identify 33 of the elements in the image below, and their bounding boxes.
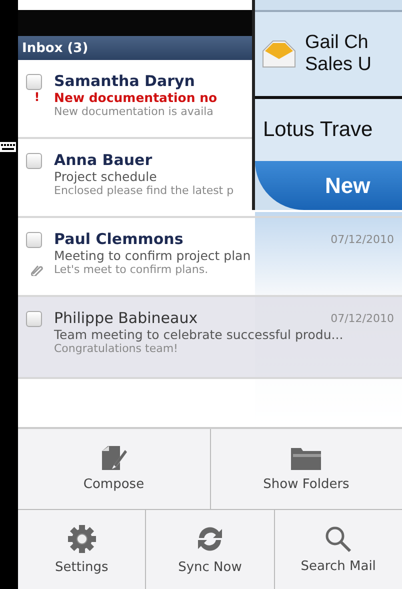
message-subject: Project schedule <box>54 169 157 184</box>
folder-icon <box>290 445 322 472</box>
settings-icon <box>66 524 97 554</box>
message-subject: Team meeting to celebrate successful produ... <box>54 327 344 342</box>
message-row[interactable]: Philippe Babineaux 07/12/2010 Team meeting to celebrate successful produ... Congratulations team! <box>18 297 402 379</box>
checkbox[interactable] <box>26 311 42 327</box>
sender-name: Philippe Babineaux <box>54 309 199 327</box>
new-button[interactable]: New <box>255 161 402 210</box>
checkbox[interactable] <box>26 232 42 248</box>
search-icon <box>324 524 352 553</box>
message-date: 07/12/2010 <box>330 312 394 324</box>
sender-name: Samantha Daryn <box>54 72 196 90</box>
menu-button[interactable]: Search Mail <box>274 510 402 589</box>
message-preview: Enclosed please find the latest p <box>54 184 234 197</box>
compose-icon <box>100 445 128 472</box>
sender-name: Anna Bauer <box>54 151 154 169</box>
checkbox[interactable] <box>26 153 42 169</box>
message-row[interactable]: Paul Clemmons 07/12/2010 Meeting to confirm project plan Let's meet to confirm plans. <box>18 218 402 297</box>
checkbox[interactable] <box>26 74 42 90</box>
list-item[interactable]: Lotus Trave <box>255 99 402 161</box>
message-subject: New documentation no <box>54 90 218 105</box>
priority-mark: ! <box>34 90 40 105</box>
message-preview: New documentation is availa <box>54 105 214 118</box>
sender-name: Paul Clemmons <box>54 230 184 248</box>
envelope-icon <box>261 39 297 69</box>
menu-button[interactable]: Sync Now <box>145 510 274 589</box>
message-preview: Congratulations team! <box>54 342 178 355</box>
menu-button[interactable]: Show Folders <box>210 429 402 508</box>
message-subject: Meeting to confirm project plan <box>54 248 251 263</box>
menu-button[interactable]: Compose <box>18 429 210 508</box>
message-date: 07/12/2010 <box>330 232 394 246</box>
message-preview: Let's meet to confirm plans. <box>54 263 208 276</box>
menu-button[interactable]: Settings <box>18 510 146 589</box>
